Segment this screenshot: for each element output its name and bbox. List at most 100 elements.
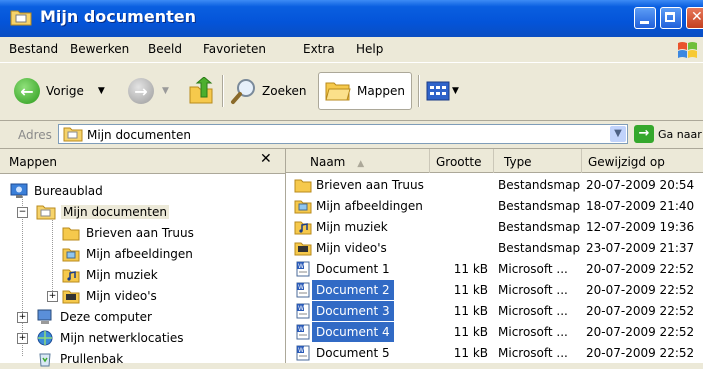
svg-text:W: W [298,347,304,354]
views-dropdown-icon[interactable]: ▼ [452,86,459,96]
svg-text:W: W [298,263,304,270]
close-button[interactable] [686,7,703,29]
folders-button[interactable]: Mappen [318,72,412,110]
column-header-type[interactable]: Type [494,149,582,173]
file-row[interactable]: Mijn afbeeldingen Bestandsmap 18-07-2009 2… [286,196,703,216]
file-name: Document 5 [316,346,390,360]
window-title: Mijn documenten [40,7,196,26]
collapse-icon[interactable]: − [17,207,28,218]
expand-icon[interactable]: + [17,312,28,323]
views-icon [426,81,450,101]
column-header-modified[interactable]: Gewijzigd op [582,149,703,173]
menu-bewerken[interactable]: Bewerken [70,42,129,56]
address-bar: Adres Mijn documenten ▼ → Ga naar [0,121,703,149]
word-document-icon: W [296,303,310,319]
file-size: 11 kB [453,304,488,318]
menu-bestand[interactable]: Bestand [9,42,58,56]
menu-beeld[interactable]: Beeld [148,42,182,56]
tree-item-label: Prullenbak [60,352,124,366]
file-modified: 20-07-2009 22:52 [586,262,695,276]
menu-extra[interactable]: Extra [303,42,335,56]
tree-item-prullenbak[interactable]: Prullenbak [36,349,123,369]
minimize-button[interactable] [634,7,656,29]
music-folder-icon [62,269,80,283]
file-type: Microsoft ... [498,346,568,360]
recycle-bin-icon [39,353,51,367]
forward-button[interactable]: → ▼ [128,74,169,108]
address-input[interactable]: Mijn documenten ▼ [58,124,628,144]
pictures-folder-icon [294,200,312,214]
column-header-name[interactable]: Naam ▲ [286,149,430,173]
menu-favorieten[interactable]: Favorieten [203,42,266,56]
tree-item-label: Brieven aan Truus [86,226,194,240]
go-arrow-icon[interactable]: → [634,125,654,143]
go-button[interactable]: Ga naar [658,128,702,141]
forward-arrow-icon: → [128,78,154,104]
folders-pane-header: Mappen ✕ [0,149,285,174]
back-dropdown-icon[interactable]: ▼ [98,86,105,96]
word-document-icon: W [296,261,310,277]
file-modified: 18-07-2009 21:40 [586,199,695,213]
back-button[interactable]: ← Vorige ▼ [14,74,105,108]
search-label: Zoeken [262,84,307,98]
file-type: Microsoft ... [498,304,568,318]
file-name: Document 4 [312,322,394,342]
file-name: Document 2 [312,280,394,300]
back-label: Vorige [46,84,84,98]
file-type: Microsoft ... [498,262,568,276]
expand-icon[interactable]: + [17,333,28,344]
file-modified: 20-07-2009 22:52 [586,283,695,297]
file-row[interactable]: Mijn video's Bestandsmap 23-07-2009 21:37 [286,238,703,258]
tree-item-deze-computer[interactable]: Deze computer [36,307,152,327]
file-modified: 20-07-2009 22:52 [586,346,695,360]
file-row[interactable]: W Document 4 11 kB Microsoft ... 20-07-2009 … [286,322,703,342]
tree-item-label: Mijn netwerklocaties [60,331,184,345]
views-button[interactable]: ▼ [426,74,459,108]
folder-icon [10,10,32,26]
tree-item-mijn-videos[interactable]: Mijn video's [62,286,157,306]
tree-item-bureaublad[interactable]: Bureaublad [10,181,103,201]
videos-folder-icon [62,290,80,304]
tree-line [22,196,23,356]
file-modified: 20-07-2009 22:52 [586,304,695,318]
expand-icon[interactable]: + [47,291,58,302]
file-row[interactable]: Mijn muziek Bestandsmap 12-07-2009 19:36 [286,217,703,237]
file-name: Document 3 [312,301,394,321]
folders-pane-close-icon[interactable]: ✕ [260,151,272,167]
videos-folder-icon [294,242,312,256]
file-row[interactable]: W Document 2 11 kB Microsoft ... 20-07-2009 … [286,280,703,300]
toolbar-separator [418,75,419,107]
tree-item-mijn-afbeeldingen[interactable]: Mijn afbeeldingen [62,244,193,264]
forward-dropdown-icon[interactable]: ▼ [162,86,169,96]
file-modified: 23-07-2009 21:37 [586,241,695,255]
pictures-folder-icon [62,248,80,262]
toolbar: ← Vorige ▼ → ▼ Zoeken Mappen ▼ [0,63,703,121]
tree-item-mijn-muziek[interactable]: Mijn muziek [62,265,158,285]
music-folder-icon [294,221,312,235]
tree-item-mijn-documenten[interactable]: Mijn documenten [36,202,169,222]
file-row[interactable]: W Document 5 11 kB Microsoft ... 20-07-2009 … [286,343,703,363]
tree-item-mijn-netwerklocaties[interactable]: Mijn netwerklocaties [36,328,184,348]
file-row[interactable]: W Document 3 11 kB Microsoft ... 20-07-2009 … [286,301,703,321]
file-row[interactable]: Brieven aan Truus Bestandsmap 20-07-2009 2… [286,175,703,195]
windows-logo-icon [678,42,697,58]
menu-help[interactable]: Help [356,42,383,56]
file-modified: 20-07-2009 22:52 [586,325,695,339]
tree-item-brieven-aan-truus[interactable]: Brieven aan Truus [62,223,194,243]
folders-pane-title: Mappen [9,155,57,169]
maximize-button[interactable] [660,7,682,29]
file-modified: 12-07-2009 19:36 [586,220,695,234]
computer-icon [37,309,52,324]
address-value: Mijn documenten [87,128,191,142]
search-button[interactable]: Zoeken [230,74,306,108]
file-list: Naam ▲ Grootte Type Gewijzigd op Brieven… [286,149,703,363]
file-name: Mijn afbeeldingen [316,199,423,213]
svg-text:W: W [298,305,304,312]
documents-folder-icon [36,205,56,220]
desktop-icon [10,183,28,198]
file-row[interactable]: W Document 1 11 kB Microsoft ... 20-07-2009 … [286,259,703,279]
tree-item-label: Bureaublad [34,184,103,198]
folder-up-icon[interactable] [188,77,214,105]
column-header-size[interactable]: Grootte [430,149,494,173]
address-dropdown-icon[interactable]: ▼ [610,126,626,142]
